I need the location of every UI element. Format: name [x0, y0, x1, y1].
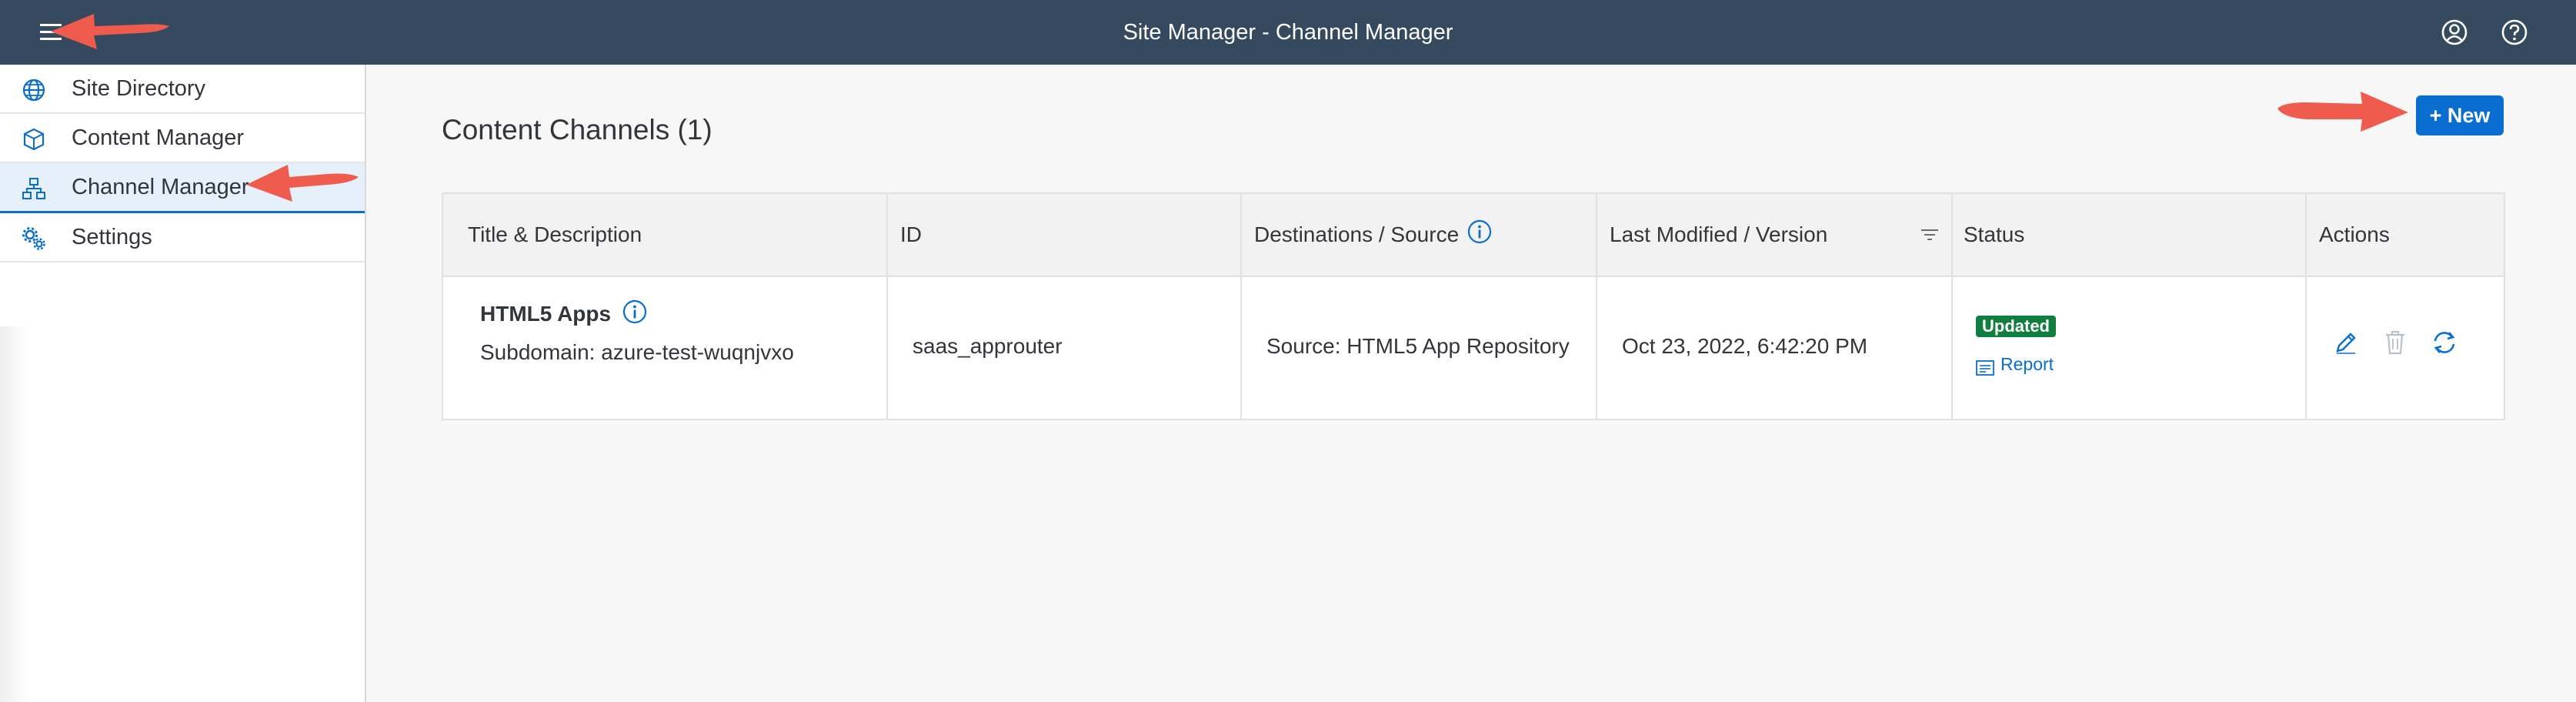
channel-title: HTML5 Apps [480, 302, 612, 326]
column-divider [1240, 194, 1242, 419]
column-header-actions: Actions [2319, 222, 2390, 246]
app-title: Site Manager - Channel Manager [1123, 20, 1453, 45]
info-icon[interactable] [1467, 219, 1493, 245]
column-header-title: Title & Description [468, 222, 642, 246]
callout-arrow-menu [51, 14, 169, 49]
user-profile-icon[interactable] [2440, 18, 2469, 47]
hierarchy-icon [22, 176, 46, 201]
column-header-last-modified: Last Modified / Version [1610, 222, 1828, 246]
channel-source: Source: HTML5 App Repository [1266, 334, 1570, 358]
shell-bar: Site Manager - Channel Manager [0, 0, 2576, 65]
sidenav-background [0, 326, 28, 702]
column-divider [886, 194, 888, 419]
help-icon[interactable] [2500, 18, 2529, 47]
delete-icon [2381, 328, 2410, 357]
channels-table: Title & Description ID Destinations / So… [442, 192, 2505, 420]
sidebar-item-label: Site Directory [72, 76, 206, 101]
sidebar-item-settings[interactable]: Settings [0, 213, 365, 262]
report-link[interactable]: Report [1976, 353, 2054, 376]
globe-icon [22, 78, 46, 102]
cube-icon [22, 127, 46, 152]
edit-icon[interactable] [2331, 328, 2361, 357]
sidebar-item-label: Settings [72, 225, 152, 249]
column-divider [1596, 194, 1597, 419]
info-icon[interactable] [622, 299, 648, 325]
report-icon [1976, 358, 1994, 376]
sidebar-item-label: Content Manager [72, 125, 245, 150]
column-header-id: ID [900, 222, 922, 246]
page-title: Content Channels (1) [442, 114, 712, 145]
gears-icon [22, 226, 46, 251]
callout-arrow-channel-manager [246, 165, 359, 202]
sidebar-item-content-manager[interactable]: Content Manager [0, 114, 365, 163]
column-header-status: Status [1964, 222, 2025, 246]
status-badge: Updated [1976, 316, 2056, 337]
channel-description: Subdomain: azure-test-wuqnjvxo [480, 340, 794, 364]
sidebar-item-site-directory[interactable]: Site Directory [0, 65, 365, 114]
callout-arrow-new-button [2277, 92, 2408, 132]
new-channel-button[interactable]: + New [2416, 95, 2504, 135]
report-label: Report [2000, 354, 2054, 374]
column-divider [2305, 194, 2307, 419]
refresh-icon[interactable] [2430, 328, 2459, 357]
sidebar-item-label: Channel Manager [72, 175, 249, 199]
filter-icon[interactable] [1919, 225, 1940, 246]
channel-id: saas_approuter [913, 334, 1063, 358]
column-header-destinations: Destinations / Source [1254, 222, 1460, 246]
channel-last-modified: Oct 23, 2022, 6:42:20 PM [1622, 334, 1868, 358]
column-divider [1951, 194, 1953, 419]
